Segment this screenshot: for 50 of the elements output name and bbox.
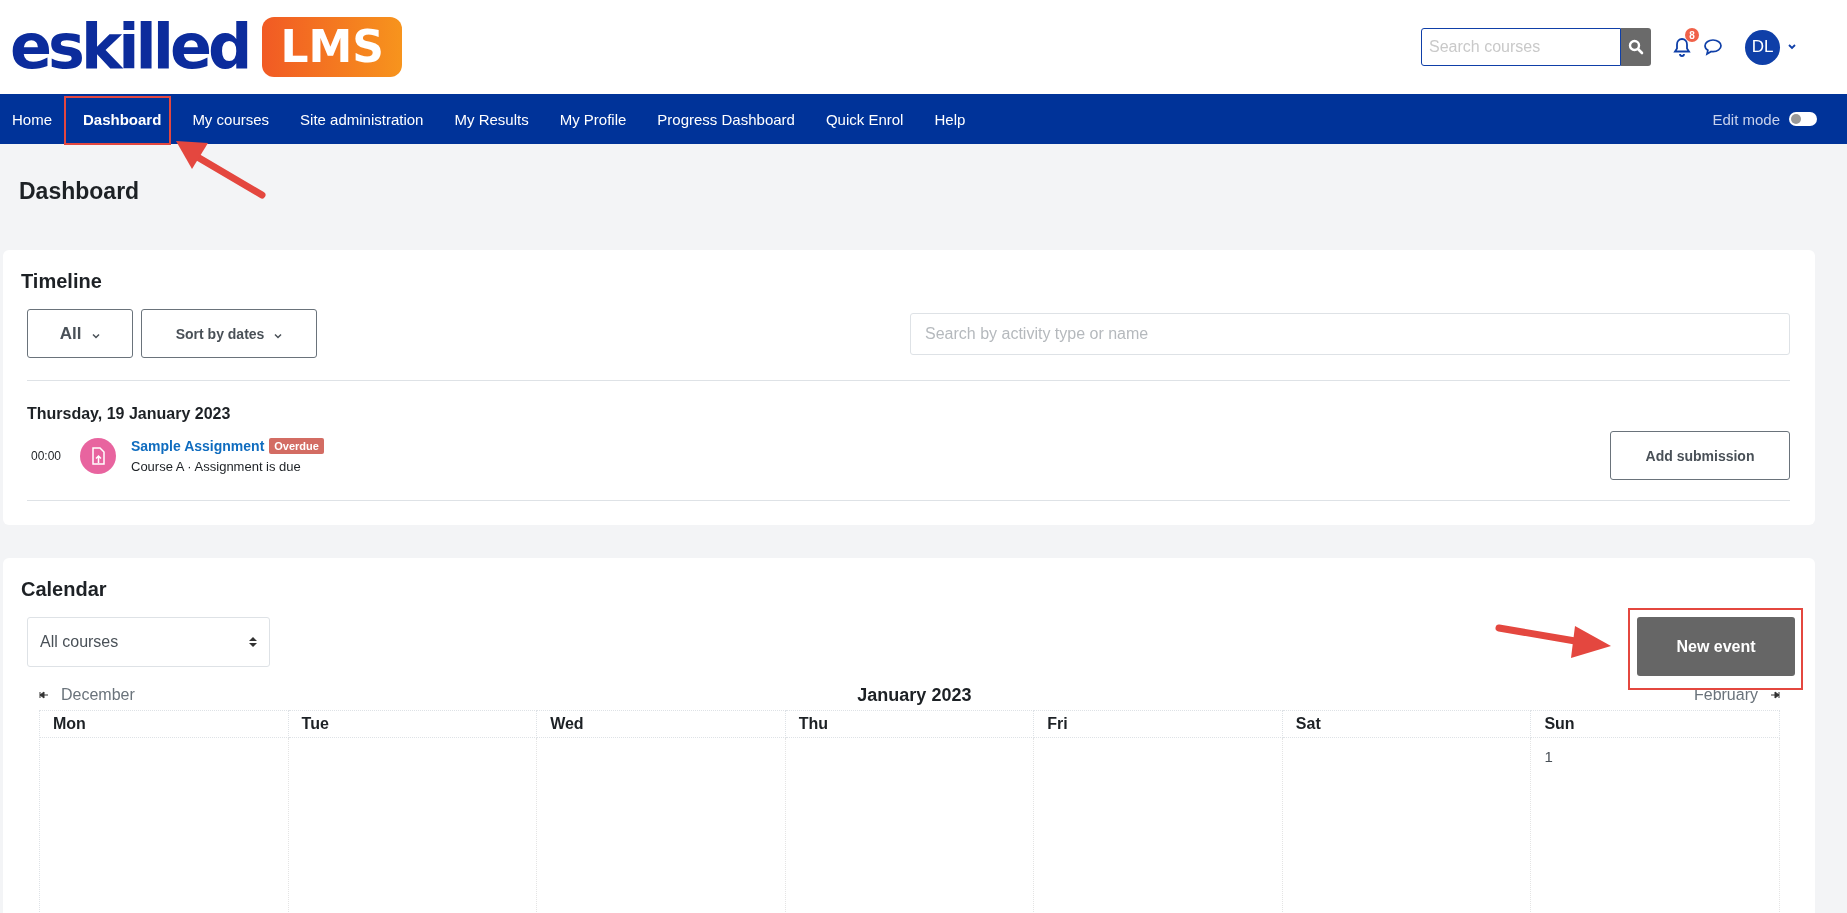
nav-link[interactable]: Quick Enrol	[825, 110, 904, 128]
course-select[interactable]: All courses	[27, 617, 270, 667]
nav-link[interactable]: Help	[934, 110, 966, 128]
sort-arrows-icon	[249, 637, 257, 647]
logo-badge: LMS	[262, 16, 402, 78]
event-time: 00:00	[30, 448, 63, 463]
chat-bubble-icon[interactable]	[1703, 38, 1723, 56]
event-details: Course A · Assignment is due	[131, 458, 302, 474]
card-title: Timeline	[21, 270, 103, 293]
add-submission-button[interactable]: Add submission	[1610, 431, 1790, 480]
search-icon	[1628, 39, 1644, 55]
nav-link[interactable]: Dashboard	[83, 110, 162, 128]
nav-link[interactable]: My Results	[454, 110, 529, 128]
caret-icon[interactable]	[1787, 43, 1797, 51]
month-title: January 2023	[857, 684, 972, 706]
notification-count: 8	[1685, 28, 1699, 42]
edit-mode-label: Edit mode	[1712, 110, 1780, 128]
caret-icon	[92, 332, 101, 339]
day-number[interactable]: 1	[1544, 748, 1553, 765]
filter-dropdown[interactable]: All	[27, 309, 133, 358]
new-event-button[interactable]: New event	[1637, 617, 1795, 676]
date-heading: Thursday, 19 January 2023	[27, 405, 232, 423]
activity-search-field[interactable]: Search by activity type or name	[910, 312, 1790, 355]
search-button[interactable]	[1621, 28, 1651, 66]
weekday-header: Tue	[288, 710, 538, 738]
overdue-badge: Overdue	[269, 437, 324, 454]
weekday-header: Thu	[785, 710, 1035, 738]
weekday-header: Sun	[1531, 710, 1780, 738]
assignment-link[interactable]: Sample Assignment	[131, 437, 265, 454]
file-upload-icon	[80, 437, 116, 474]
weekday-header: Mon	[40, 710, 289, 738]
card-title: Calendar	[21, 578, 108, 601]
bell-icon[interactable]	[1673, 37, 1691, 57]
weekday-header: Wed	[537, 710, 786, 738]
weekday-header: Fri	[1034, 710, 1283, 738]
nav-link[interactable]: Site administration	[300, 110, 424, 128]
weekday-header: Sat	[1282, 710, 1532, 738]
page-title: Dashboard	[19, 178, 141, 206]
edit-mode-toggle[interactable]	[1789, 112, 1817, 126]
user-avatar[interactable]: DL	[1745, 29, 1780, 65]
sort-dropdown[interactable]: Sort by dates	[141, 309, 317, 358]
previous-month-link[interactable]: December	[61, 686, 135, 704]
logo-wordmark: eskilled	[10, 16, 249, 78]
nav-link[interactable]: My Profile	[559, 110, 627, 128]
left-arrow-icon	[39, 691, 49, 699]
nav-link[interactable]: Home	[12, 110, 52, 128]
nav-link[interactable]: My courses	[192, 110, 270, 128]
caret-icon	[274, 332, 283, 339]
nav-link[interactable]: Progress Dashboard	[657, 110, 795, 128]
right-arrow-icon	[1770, 691, 1780, 699]
